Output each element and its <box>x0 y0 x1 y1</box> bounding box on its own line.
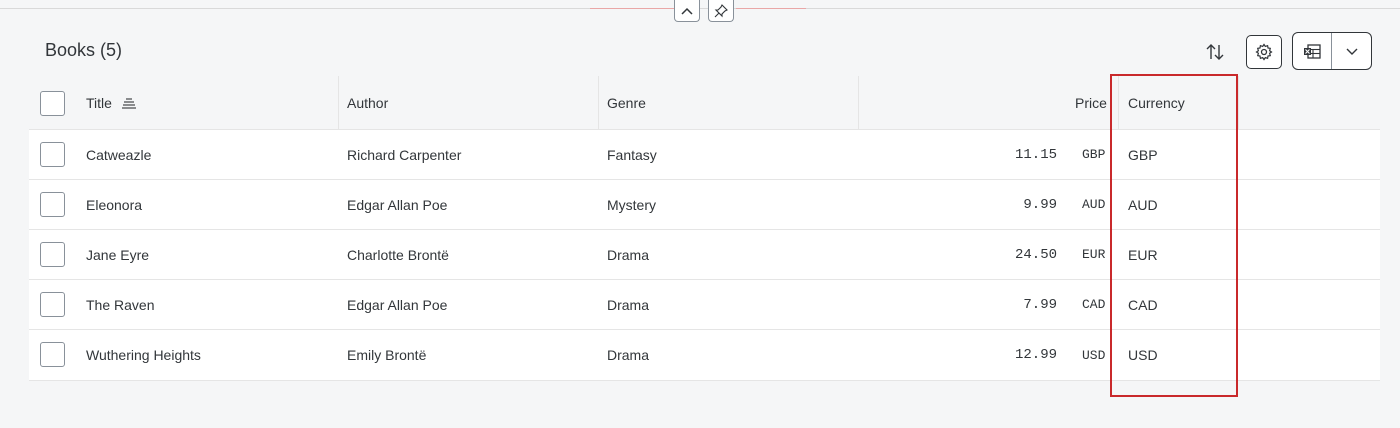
cell-price-unit: GBP <box>1082 147 1106 162</box>
export-dropdown-button[interactable] <box>1332 33 1371 69</box>
cell-author: Edgar Allan Poe <box>347 196 448 213</box>
cell-genre: Mystery <box>607 196 656 213</box>
cell-price: 24.50 <box>1014 246 1057 263</box>
row-checkbox[interactable] <box>40 292 65 317</box>
spreadsheet-export-icon <box>1304 44 1321 59</box>
pin-icon <box>714 3 728 17</box>
column-header-genre[interactable]: Genre <box>607 76 646 129</box>
cell-title: The Raven <box>86 296 155 313</box>
cell-price: 11.15 <box>1014 146 1057 163</box>
row-checkbox[interactable] <box>40 242 65 267</box>
cell-author: Richard Carpenter <box>347 146 462 163</box>
table-title: Books (5) <box>45 40 123 60</box>
cell-author: Charlotte Brontë <box>347 246 449 263</box>
chevron-up-icon <box>681 7 693 15</box>
cell-genre: Fantasy <box>607 146 657 163</box>
cell-price-unit: CAD <box>1082 297 1106 312</box>
cell-title: Eleonora <box>86 196 143 213</box>
sort-ascending-icon <box>121 97 136 109</box>
column-separator <box>1238 76 1239 130</box>
cell-title: Catweazle <box>86 146 152 163</box>
column-separator <box>858 76 859 130</box>
cell-title: Jane Eyre <box>86 246 150 263</box>
column-header-price[interactable]: Price <box>1075 76 1107 129</box>
row-checkbox[interactable] <box>40 342 65 367</box>
cell-title: Wuthering Heights <box>86 347 201 363</box>
table-settings-button[interactable] <box>1246 35 1282 69</box>
export-button[interactable] <box>1293 33 1333 69</box>
chevron-down-icon <box>1346 48 1357 55</box>
header-divider-accent <box>590 8 674 9</box>
cell-genre: Drama <box>607 246 650 263</box>
cell-price-unit: USD <box>1082 347 1106 363</box>
cell-price-unit: AUD <box>1082 197 1106 212</box>
cell-author: Emily Brontë <box>347 347 427 363</box>
header-divider <box>0 8 1400 9</box>
sort-button[interactable] <box>1200 37 1230 67</box>
collapse-header-button[interactable] <box>674 0 700 22</box>
column-separator <box>598 76 599 130</box>
sort-icon <box>1206 44 1224 60</box>
cell-price: 12.99 <box>1014 347 1057 363</box>
gear-icon <box>1255 43 1273 61</box>
row-checkbox[interactable] <box>40 192 65 217</box>
select-all-checkbox[interactable] <box>40 91 65 116</box>
header-divider-accent <box>736 8 806 9</box>
cell-genre: Drama <box>607 296 650 313</box>
column-separator <box>338 76 339 130</box>
column-header-title[interactable]: Title <box>86 76 136 129</box>
cell-price: 7.99 <box>1023 296 1057 313</box>
cell-price-unit: EUR <box>1082 247 1106 262</box>
row-checkbox[interactable] <box>40 142 65 167</box>
column-header-label: Title <box>86 94 112 111</box>
cell-genre: Drama <box>607 347 650 363</box>
cell-author: Edgar Allan Poe <box>347 296 448 313</box>
cell-price: 9.99 <box>1023 196 1057 213</box>
export-menu-button[interactable] <box>1292 32 1372 70</box>
pin-header-button[interactable] <box>708 0 734 22</box>
currency-column-highlight <box>1110 74 1238 397</box>
column-header-author[interactable]: Author <box>347 76 388 129</box>
